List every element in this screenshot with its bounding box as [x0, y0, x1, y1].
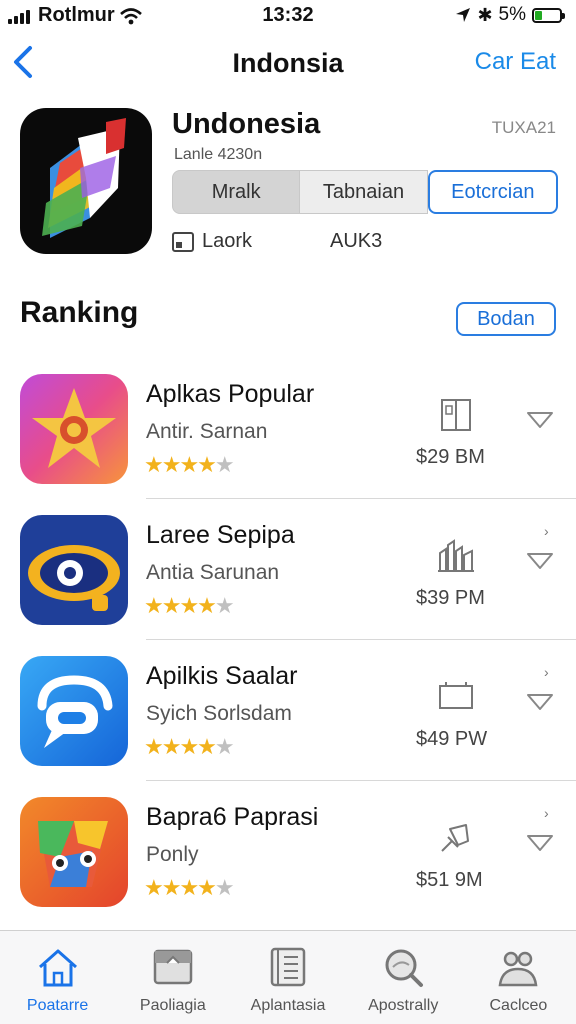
app-meta: Laork AUK3 [172, 228, 552, 258]
app-logo [20, 108, 152, 254]
chevron-down-icon[interactable] [526, 833, 554, 853]
tab-label: Paoliagia [139, 997, 206, 1014]
battery-icon [532, 7, 565, 23]
app-price: $29 BM [416, 446, 485, 468]
segmented-control: Mralk Tabnaian Eotcrcian [172, 170, 558, 214]
tab-label: Poatarre [26, 997, 89, 1014]
segment-0[interactable]: Mralk [172, 170, 301, 214]
chevron-right-icon: › [544, 664, 549, 680]
app-code: TUXA21 [491, 118, 556, 137]
ranking-item-3[interactable]: Apilkis Saalar Syich Sorlsdam ★★★★★ $49 … [0, 640, 576, 781]
tab-people[interactable]: Caclceo [461, 931, 576, 1024]
segment-2[interactable]: Eotcrcian [427, 170, 558, 214]
app-price: $51 9M [416, 869, 483, 891]
chevron-right-icon: › [544, 523, 549, 539]
app-title: Laree Sepipa [146, 521, 295, 549]
monitor-icon [439, 682, 473, 709]
app-subtitle: Ponly [146, 843, 199, 866]
meta-label: Laork [202, 230, 253, 252]
segment-1[interactable]: Tabnaian [300, 170, 428, 214]
rating-stars: ★★★★★ [144, 452, 235, 477]
chevron-down-icon[interactable] [526, 692, 554, 712]
app-price: $39 PM [416, 587, 485, 609]
rating-stars: ★★★★★ [144, 734, 235, 759]
tab-home[interactable]: Poatarre [0, 931, 115, 1024]
tab-label: Caclceo [489, 997, 548, 1014]
ranking-item-1[interactable]: Aplkas Popular Antir. Sarnan ★★★★★ $29 B… [0, 358, 576, 499]
app-title: Aplkas Popular [146, 380, 315, 408]
app-subtitle: Lanle 4230n [174, 146, 263, 163]
home-icon [38, 949, 77, 987]
chevron-right-icon: › [544, 805, 549, 821]
tab-search[interactable]: Apostrally [346, 931, 461, 1024]
pin-icon [441, 824, 469, 852]
meta-value: AUK3 [330, 230, 383, 252]
app-subtitle: Syich Sorlsdam [146, 702, 292, 725]
status-bar: Rotlmur 13:32 ✱ 5% [0, 0, 576, 32]
eye-app-icon [20, 515, 128, 625]
app-subtitle: Antia Sarunan [146, 561, 280, 584]
app-title: Bapra6 Paprasi [146, 803, 319, 831]
section-title: Ranking [20, 296, 139, 329]
app-price: $49 PW [416, 728, 488, 750]
tab-label: Aplantasia [250, 997, 326, 1014]
buildings-icon [438, 539, 474, 572]
search-icon [385, 949, 424, 987]
chevron-down-icon[interactable] [526, 410, 554, 430]
section-button[interactable]: Bodan [456, 302, 556, 336]
book-icon [441, 399, 471, 431]
chevron-down-icon[interactable] [526, 551, 554, 571]
app-header: Undonesia Lanle 4230n TUXA21 Mralk Tabna… [20, 108, 560, 268]
photo-icon [153, 949, 193, 985]
status-right: ✱ 5% [455, 4, 565, 26]
ranking-item-4[interactable]: Bapra6 Paprasi Ponly ★★★★★ $51 9M › [0, 781, 576, 922]
bluetooth-icon: ✱ [477, 4, 493, 25]
rating-stars: ★★★★★ [144, 875, 235, 900]
meta-lock: Laork [172, 230, 252, 253]
tab-photos[interactable]: Paoliagia [115, 931, 230, 1024]
app-title: Apilkis Saalar [146, 662, 298, 690]
location-icon [456, 8, 471, 22]
rating-stars: ★★★★★ [144, 593, 235, 618]
star-app-icon [20, 374, 128, 484]
chat-app-icon [20, 656, 128, 766]
list-icon [270, 947, 306, 987]
tab-label: Apostrally [368, 997, 439, 1014]
ranking-item-2[interactable]: Laree Sepipa Antia Sarunan ★★★★★ $39 PM … [0, 499, 576, 640]
ranking-list: Aplkas Popular Antir. Sarnan ★★★★★ $29 B… [0, 358, 576, 922]
tab-bar: Poatarre Paoliagia Aplantasia Apostrally… [0, 930, 576, 1024]
people-icon [498, 951, 538, 987]
cube-app-icon [20, 797, 128, 907]
nav-bar: Indonsia Car Eat [0, 40, 576, 88]
app-subtitle: Antir. Sarnan [146, 420, 268, 443]
app-name: Undonesia [172, 108, 321, 140]
nav-action-button[interactable]: Car Eat [475, 48, 556, 76]
lock-icon [172, 231, 194, 252]
tab-list[interactable]: Aplantasia [230, 931, 345, 1024]
battery-percent: 5% [498, 4, 526, 25]
